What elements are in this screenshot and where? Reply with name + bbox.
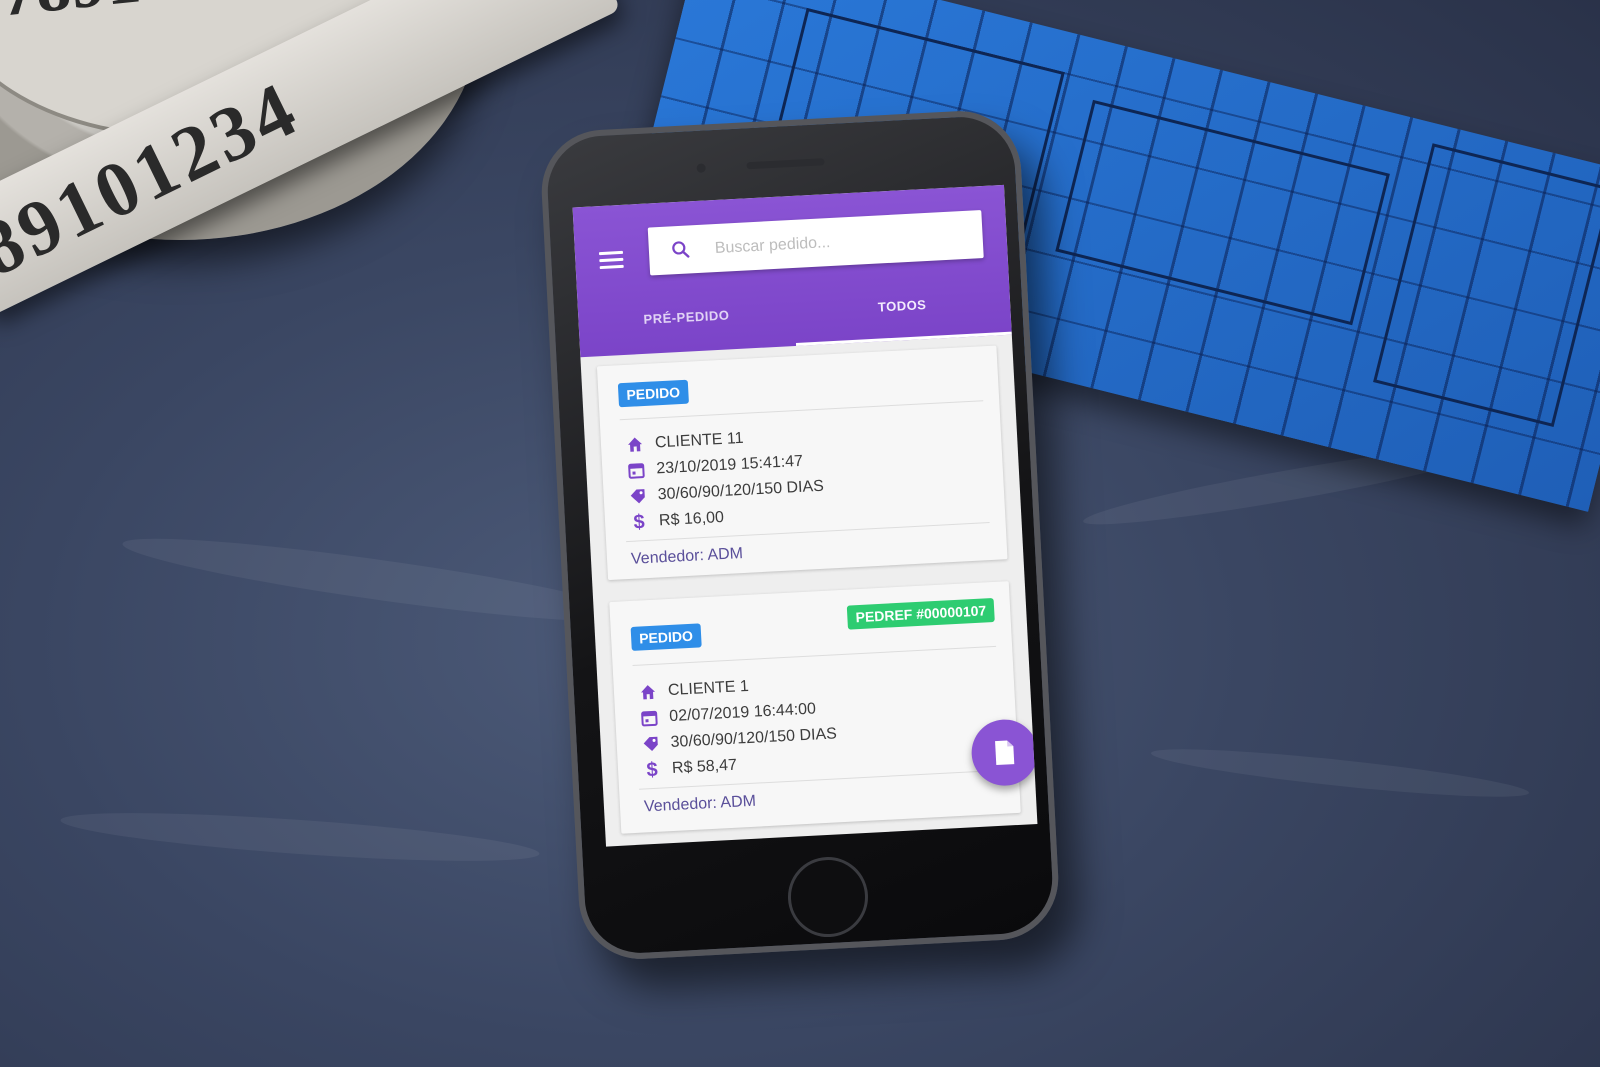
blueprint-line [1373, 143, 1600, 427]
seller-label: Vendedor: [630, 547, 705, 568]
tag-icon [630, 489, 645, 504]
home-icon [628, 437, 643, 452]
amount-row: $ R$ 16,00 [629, 506, 725, 535]
home-button[interactable] [785, 854, 871, 940]
payment-terms: 30/60/90/120/150 DIAS [670, 725, 838, 752]
seller-name: ADM [707, 545, 744, 564]
order-card[interactable]: PEDIDO CLIENTE 11 23/10/2019 15:41:47 30… [596, 345, 1008, 581]
order-amount: R$ 58,47 [671, 756, 738, 778]
slate-texture [59, 803, 541, 871]
order-list: PEDIDO CLIENTE 11 23/10/2019 15:41:47 30… [580, 335, 1037, 847]
search-icon [672, 241, 690, 258]
seller-line: Vendedor: ADM [631, 545, 744, 569]
order-amount: R$ 16,00 [658, 508, 725, 530]
order-reference-badge: PEDREF #00000107 [846, 597, 995, 630]
dollar-icon: $ [632, 510, 646, 534]
seller-name: ADM [719, 792, 757, 812]
dollar-icon: $ [645, 758, 659, 781]
amount-row: $ R$ 58,47 [641, 754, 737, 783]
front-camera [696, 163, 706, 173]
calendar-icon [628, 463, 645, 479]
client-name: CLIENTE 11 [654, 429, 744, 452]
app-screen: PRÉ-PEDIDO TODOS PEDIDO CLIENTE 11 [572, 184, 1038, 847]
document-icon [995, 740, 1015, 766]
search-input[interactable] [712, 222, 968, 263]
menu-icon[interactable] [598, 250, 624, 270]
client-row: CLIENTE 11 [624, 427, 744, 457]
photo-scene: 78910 12 89101234 [0, 0, 1600, 1067]
card-divider [632, 645, 997, 666]
search-box[interactable] [647, 210, 984, 276]
client-name: CLIENTE 1 [667, 677, 750, 700]
order-type-badge: PEDIDO [617, 379, 689, 408]
seller-label: Vendedor: [643, 794, 718, 816]
home-icon [641, 685, 656, 700]
slate-texture [1149, 740, 1531, 806]
smartphone: PRÉ-PEDIDO TODOS PEDIDO CLIENTE 11 [538, 108, 1062, 962]
payment-terms: 30/60/90/120/150 DIAS [657, 477, 825, 504]
tab-pre-pedido[interactable]: PRÉ-PEDIDO [577, 284, 796, 357]
calendar-icon [641, 710, 658, 727]
app-bar: PRÉ-PEDIDO TODOS [572, 184, 1012, 358]
order-card[interactable]: PEDIDO PEDREF #00000107 CLIENTE 1 02/07/… [609, 581, 1021, 834]
earpiece-speaker [746, 158, 825, 170]
seller-line: Vendedor: ADM [644, 793, 757, 817]
order-datetime: 02/07/2019 16:44:00 [668, 700, 817, 726]
tag-icon [643, 736, 658, 752]
client-row: CLIENTE 1 [637, 675, 749, 705]
blueprint-line [1055, 99, 1390, 326]
order-type-badge: PEDIDO [630, 623, 702, 651]
order-datetime: 23/10/2019 15:41:47 [655, 452, 804, 478]
phone-body: PRÉ-PEDIDO TODOS PEDIDO CLIENTE 11 [538, 108, 1062, 962]
